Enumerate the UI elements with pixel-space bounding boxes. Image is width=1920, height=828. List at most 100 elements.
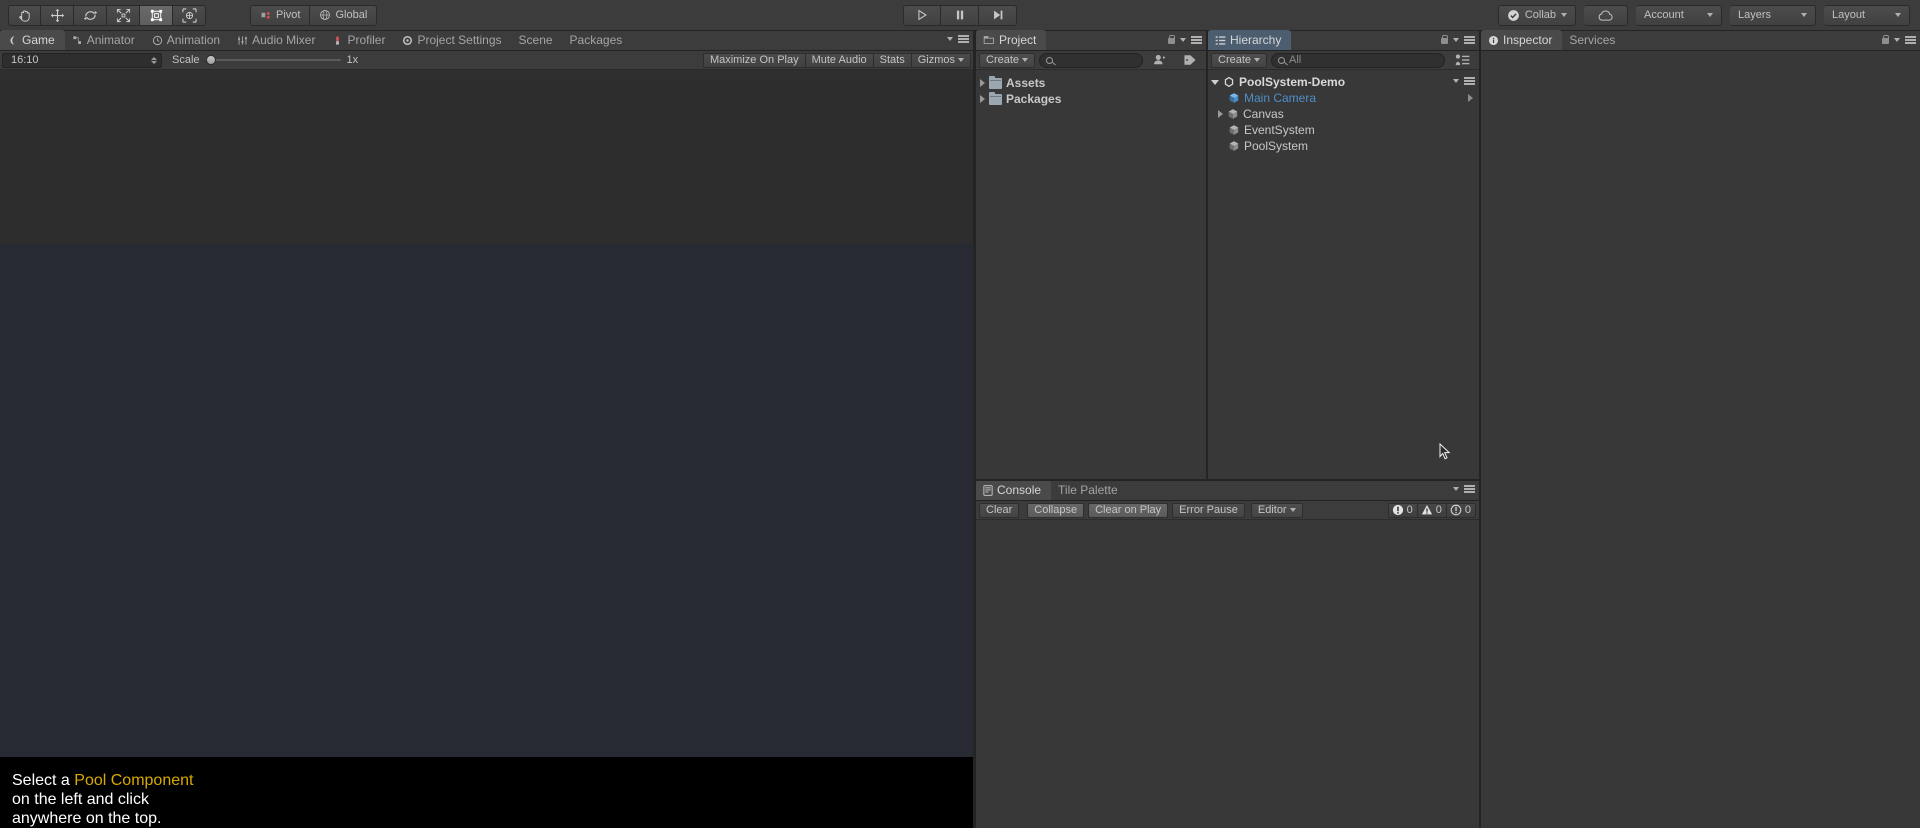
mute-audio-button[interactable]: Mute Audio (805, 52, 874, 68)
tab-console[interactable]: Console (976, 480, 1052, 500)
tab-hierarchy[interactable]: Hierarchy (1208, 30, 1292, 50)
tab-tile-palette[interactable]: Tile Palette (1051, 480, 1128, 500)
game-render-area[interactable] (0, 81, 973, 244)
scene-context-menu[interactable] (1453, 77, 1475, 85)
console-info-count[interactable]: 0 (1446, 502, 1476, 518)
lock-icon[interactable] (1440, 35, 1448, 45)
chevron-right-icon[interactable] (980, 95, 985, 103)
gizmos-button[interactable]: Gizmos (911, 52, 971, 68)
pivot-toggle-button[interactable]: Pivot (250, 4, 311, 26)
stats-button[interactable]: Stats (873, 52, 912, 68)
inspector-panel-menu[interactable] (1881, 35, 1916, 45)
project-filter-label-button[interactable] (1177, 53, 1203, 68)
tab-label: Tile Palette (1058, 483, 1118, 497)
tab-services[interactable]: Services (1562, 30, 1625, 50)
account-button[interactable]: Account (1636, 4, 1722, 26)
aspect-ratio-value: 16:10 (11, 54, 39, 66)
console-collapse-toggle[interactable]: Collapse (1027, 502, 1085, 518)
gameobject-icon (1229, 125, 1239, 135)
global-label: Global (335, 9, 368, 21)
console-clear-button[interactable]: Clear (979, 502, 1020, 518)
tab-label: Inspector (1503, 33, 1553, 47)
lock-icon[interactable] (1167, 35, 1175, 45)
tab-audio-mixer[interactable]: Audio Mixer (230, 30, 325, 50)
game-panel-menu[interactable] (947, 35, 969, 43)
step-button[interactable] (979, 4, 1017, 26)
scale-slider[interactable] (205, 53, 341, 68)
project-create-button[interactable]: Create (979, 52, 1036, 68)
hand-tool-button[interactable] (8, 4, 41, 26)
splitter-game-project[interactable] (973, 31, 976, 828)
layers-button[interactable]: Layers (1730, 4, 1816, 26)
tab-packages[interactable]: Packages (563, 30, 633, 50)
pivot-global-group: Pivot Global (250, 4, 378, 26)
tab-project-settings[interactable]: Project Settings (395, 30, 511, 50)
chevron-right-icon[interactable] (1218, 110, 1223, 118)
console-warning-count[interactable]: 0 (1417, 502, 1447, 518)
console-icon (983, 484, 993, 496)
lock-icon[interactable] (1881, 35, 1889, 45)
project-tree-item-assets[interactable]: Assets (976, 75, 1206, 91)
console-error-pause-toggle[interactable]: Error Pause (1172, 502, 1245, 518)
global-toggle-button[interactable]: Global (310, 4, 378, 26)
tab-label: Console (997, 483, 1042, 497)
chevron-right-icon[interactable] (1468, 94, 1473, 102)
project-panel-menu[interactable] (1167, 35, 1202, 45)
rect-tool-button[interactable] (140, 4, 173, 26)
tab-project[interactable]: Project (976, 30, 1047, 50)
chevron-down-icon (1254, 58, 1261, 62)
collab-button[interactable]: Collab (1497, 4, 1576, 26)
console-message-list[interactable] (976, 521, 1479, 828)
aspect-ratio-dropdown[interactable]: 16:10 (2, 52, 162, 68)
tab-animator[interactable]: Animator (65, 30, 145, 50)
console-editor-dropdown[interactable]: Editor (1250, 502, 1303, 518)
hierarchy-create-button[interactable]: Create (1211, 52, 1268, 68)
pause-button[interactable] (941, 4, 979, 26)
game-icon (10, 35, 15, 45)
project-tree[interactable]: Assets Packages (976, 71, 1206, 479)
project-search-input[interactable] (1039, 52, 1143, 68)
hierarchy-item-canvas[interactable]: Canvas (1208, 106, 1479, 122)
console-panel-menu[interactable] (1453, 485, 1475, 493)
rotate-tool-button[interactable] (74, 4, 107, 26)
tab-profiler[interactable]: Profiler (325, 30, 395, 50)
info-count-value: 0 (1464, 504, 1471, 516)
hierarchy-item-eventsystem[interactable]: EventSystem (1208, 122, 1479, 138)
console-error-count[interactable]: 0 (1387, 502, 1418, 518)
project-filter-type-button[interactable] (1147, 53, 1173, 68)
tab-animation[interactable]: Animation (145, 30, 230, 50)
chevron-down-icon (1022, 58, 1029, 62)
play-button[interactable] (903, 4, 941, 26)
hierarchy-item-main-camera[interactable]: Main Camera (1208, 90, 1479, 106)
splitter-hierarchy-inspector[interactable] (1479, 31, 1481, 828)
pivot-label: Pivot (276, 9, 301, 21)
scale-tool-button[interactable] (107, 4, 140, 26)
hamburger-icon (1464, 77, 1475, 85)
slider-handle[interactable] (205, 55, 216, 65)
hamburger-icon (1191, 36, 1202, 44)
splitter-project-hierarchy[interactable] (1206, 31, 1208, 479)
splitter-project-console[interactable] (976, 479, 1479, 481)
sort-icon (1455, 54, 1470, 66)
maximize-on-play-button[interactable]: Maximize On Play (702, 52, 806, 68)
hierarchy-panel-menu[interactable] (1440, 35, 1475, 45)
layout-button[interactable]: Layout (1824, 4, 1910, 26)
tab-game[interactable]: Game (0, 30, 65, 50)
hierarchy-item-poolsystem[interactable]: PoolSystem (1208, 138, 1479, 154)
hierarchy-item-poolsystem-demo[interactable]: PoolSystem-Demo (1208, 74, 1479, 90)
move-tool-button[interactable] (41, 4, 74, 26)
cloud-services-button[interactable] (1584, 4, 1628, 26)
hierarchy-search-input[interactable]: All (1271, 52, 1445, 68)
tab-scene[interactable]: Scene (512, 30, 563, 50)
game-overlay-ui: Select a Pool Component on the left and … (0, 757, 973, 828)
project-tree-item-packages[interactable]: Packages (976, 91, 1206, 107)
tab-inspector[interactable]: Inspector (1481, 30, 1563, 50)
console-clear-on-play-toggle[interactable]: Clear on Play (1088, 502, 1169, 518)
hierarchy-tree[interactable]: PoolSystem-Demo Main Camera Canvas Event… (1208, 71, 1479, 479)
cloud-icon (1598, 10, 1613, 21)
hierarchy-sort-button[interactable] (1449, 53, 1476, 68)
label-tag-icon (1184, 55, 1196, 65)
transform-tool-button[interactable] (173, 4, 206, 26)
chevron-down-icon[interactable] (1211, 79, 1219, 85)
chevron-right-icon[interactable] (980, 79, 985, 87)
